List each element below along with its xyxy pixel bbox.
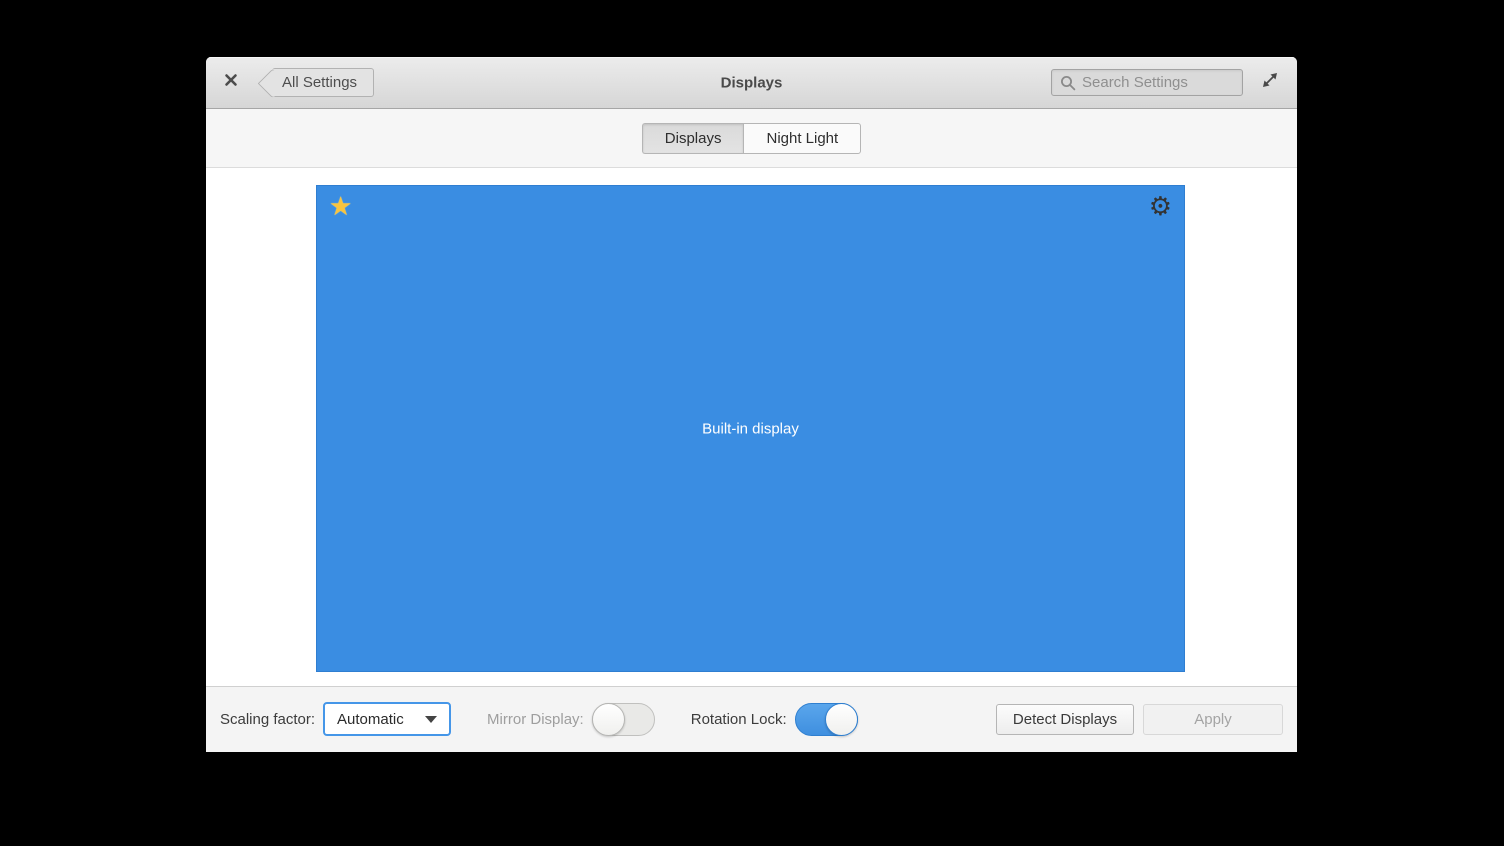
chevron-down-icon bbox=[425, 716, 437, 723]
toggle-knob bbox=[592, 703, 625, 736]
toggle-knob bbox=[825, 703, 858, 736]
tab-night-light-label: Night Light bbox=[766, 130, 838, 147]
page-title: Displays bbox=[721, 74, 783, 91]
search-icon bbox=[1060, 75, 1076, 91]
search-field[interactable] bbox=[1051, 69, 1243, 96]
apply-button[interactable]: Apply bbox=[1143, 704, 1283, 735]
view-switcher: Displays Night Light bbox=[206, 109, 1297, 168]
rotation-lock-label: Rotation Lock: bbox=[691, 711, 787, 728]
header-bar: All Settings Displays bbox=[206, 57, 1297, 109]
tab-displays-label: Displays bbox=[665, 130, 722, 147]
primary-display-star-icon: ★ bbox=[329, 188, 352, 226]
back-button-label: All Settings bbox=[282, 74, 357, 91]
mirror-display-toggle[interactable] bbox=[592, 703, 655, 736]
action-bar: Scaling factor: Automatic Mirror Display… bbox=[206, 686, 1297, 751]
tab-displays[interactable]: Displays bbox=[642, 123, 744, 154]
mirror-display-label: Mirror Display: bbox=[487, 711, 584, 728]
display-arrangement-area: ★ ⚙ Built-in display bbox=[206, 168, 1297, 686]
scaling-factor-dropdown[interactable]: Automatic bbox=[323, 702, 451, 736]
maximize-button[interactable] bbox=[1257, 70, 1283, 96]
display-preview-built-in[interactable]: ★ ⚙ Built-in display bbox=[316, 185, 1185, 672]
scaling-factor-value: Automatic bbox=[337, 711, 404, 728]
tab-night-light[interactable]: Night Light bbox=[743, 123, 861, 154]
close-button[interactable] bbox=[220, 72, 242, 94]
expand-diagonal-icon bbox=[1261, 71, 1279, 94]
search-input[interactable] bbox=[1082, 74, 1234, 91]
display-name-label: Built-in display bbox=[317, 420, 1184, 437]
apply-label: Apply bbox=[1194, 711, 1232, 728]
all-settings-back-button[interactable]: All Settings bbox=[272, 68, 374, 97]
rotation-lock-toggle[interactable] bbox=[795, 703, 858, 736]
display-settings-gear-icon[interactable]: ⚙ bbox=[1149, 188, 1172, 226]
settings-window: All Settings Displays bbox=[206, 57, 1297, 752]
close-icon bbox=[224, 73, 238, 92]
detect-displays-label: Detect Displays bbox=[1013, 711, 1117, 728]
scaling-factor-label: Scaling factor: bbox=[220, 711, 315, 728]
detect-displays-button[interactable]: Detect Displays bbox=[996, 704, 1134, 735]
